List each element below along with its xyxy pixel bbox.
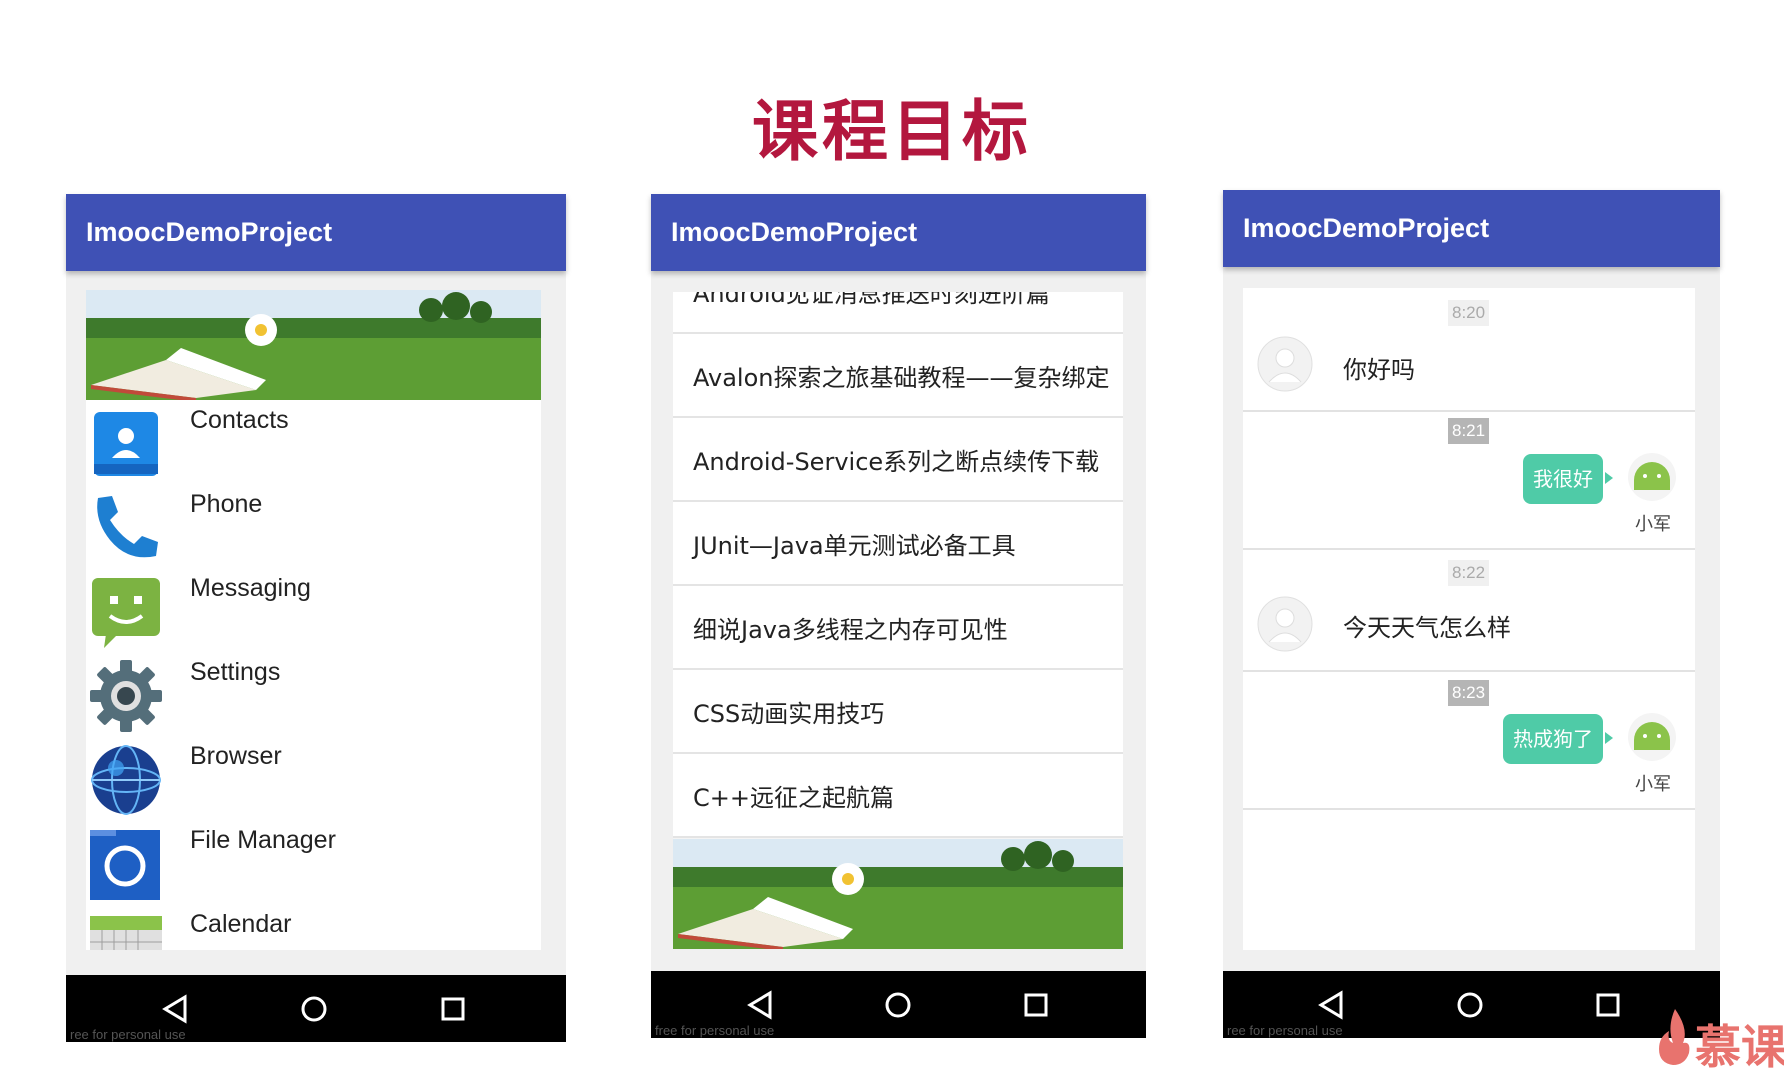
- course-title: Avalon探索之旅基础教程——复杂绑定: [693, 364, 1110, 392]
- recents-button[interactable]: [1573, 971, 1643, 1038]
- android-robot-avatar-icon: [1628, 713, 1676, 761]
- file-manager-icon: [90, 830, 160, 900]
- bubble-tail: [1605, 472, 1613, 484]
- app-row-calendar[interactable]: Calendar: [86, 906, 541, 950]
- app-row-messaging[interactable]: Messaging: [86, 570, 541, 654]
- app-title: ImoocDemoProject: [1243, 213, 1490, 243]
- book-on-grass-banner: [86, 290, 541, 400]
- brand-text: 慕课: [1695, 1020, 1784, 1074]
- messaging-icon: [92, 578, 160, 648]
- course-title: Android见证消息推送时刻进阶篇: [693, 292, 1050, 308]
- back-triangle-icon: [162, 993, 187, 1024]
- app-bar: ImoocDemoProject: [651, 194, 1146, 271]
- course-item[interactable]: 细说Java多线程之内存可见性: [673, 586, 1123, 670]
- slide-title: 课程目标: [752, 93, 1032, 170]
- course-title: JUnit—Java单元测试必备工具: [693, 532, 1016, 560]
- chat-message-outgoing: 8:23 热成狗了 小军: [1243, 672, 1695, 810]
- home-button[interactable]: [863, 971, 933, 1038]
- home-circle-icon: [885, 992, 911, 1017]
- message-time: 8:23: [1448, 680, 1490, 706]
- phone-chat: ImoocDemoProject 8:20 你好吗 8:21 我很好 小军 8:…: [1223, 190, 1720, 1038]
- home-circle-icon: [301, 996, 327, 1021]
- message-text: 今天天气怎么样: [1343, 614, 1511, 642]
- android-robot-avatar-icon: [1628, 453, 1676, 501]
- course-item[interactable]: JUnit—Java单元测试必备工具: [673, 502, 1123, 586]
- message-bubble: 热成狗了: [1503, 714, 1603, 764]
- app-bar: ImoocDemoProject: [1223, 190, 1720, 267]
- app-label-messaging: Messaging: [190, 574, 311, 602]
- contacts-icon: [94, 412, 158, 476]
- browser-globe-icon: [91, 745, 161, 815]
- default-person-avatar-icon: [1257, 596, 1313, 652]
- course-list[interactable]: Android见证消息推送时刻进阶篇 Avalon探索之旅基础教程——复杂绑定 …: [673, 292, 1123, 949]
- app-title: ImoocDemoProject: [671, 217, 918, 247]
- app-row-browser[interactable]: Browser: [86, 738, 541, 822]
- course-title: C++远征之起航篇: [693, 784, 894, 812]
- watermark: free for personal use: [655, 1023, 775, 1038]
- watermark: ree for personal use: [1227, 1023, 1343, 1038]
- nav-bar: ree for personal use: [66, 975, 566, 1042]
- app-label-browser: Browser: [190, 742, 282, 770]
- brand-logo: 慕课: [1655, 1005, 1784, 1075]
- recents-square-icon: [1596, 993, 1620, 1016]
- sender-name: 小军: [1635, 514, 1671, 535]
- app-label-file-manager: File Manager: [190, 826, 336, 854]
- course-item[interactable]: CSS动画实用技巧: [673, 670, 1123, 754]
- recents-square-icon: [1024, 993, 1048, 1016]
- app-label-phone: Phone: [190, 490, 263, 518]
- chat-message-outgoing: 8:21 我很好 小军: [1243, 412, 1695, 550]
- home-button[interactable]: [279, 975, 349, 1042]
- back-triangle-icon: [1318, 989, 1343, 1020]
- nav-bar: free for personal use: [651, 971, 1146, 1038]
- app-row-file-manager[interactable]: File Manager: [86, 822, 541, 906]
- course-item[interactable]: C++远征之起航篇: [673, 754, 1123, 838]
- course-title: CSS动画实用技巧: [693, 700, 885, 728]
- message-time: 8:22: [1448, 560, 1490, 586]
- course-item[interactable]: Android-Service系列之断点续传下载: [673, 418, 1123, 502]
- home-button[interactable]: [1435, 971, 1505, 1038]
- app-bar: ImoocDemoProject: [66, 194, 566, 271]
- default-person-avatar-icon: [1257, 336, 1313, 392]
- bubble-tail: [1605, 732, 1613, 744]
- chat-message-incoming: 8:22 今天天气怎么样: [1243, 550, 1695, 672]
- app-label-contacts: Contacts: [190, 406, 289, 434]
- watermark: ree for personal use: [70, 1027, 186, 1042]
- app-title: ImoocDemoProject: [86, 217, 333, 247]
- app-row-contacts[interactable]: Contacts: [86, 402, 541, 486]
- app-label-calendar: Calendar: [190, 910, 292, 938]
- message-time: 8:21: [1448, 418, 1490, 444]
- app-label-settings: Settings: [190, 658, 281, 686]
- phone-app-list: ImoocDemoProject Contacts Phone Messagin…: [66, 194, 566, 1042]
- chat-message-incoming: 8:20 你好吗: [1243, 288, 1695, 412]
- chat-list[interactable]: 8:20 你好吗 8:21 我很好 小军 8:22 今天天气怎么样 8:23 热…: [1243, 288, 1695, 950]
- app-row-settings[interactable]: Settings: [86, 654, 541, 738]
- settings-gear-icon: [90, 660, 162, 732]
- app-list[interactable]: Contacts Phone Messaging Settings Browse…: [86, 290, 541, 950]
- phone-icon: [97, 496, 158, 558]
- home-circle-icon: [1457, 992, 1483, 1017]
- recents-button[interactable]: [1001, 971, 1071, 1038]
- nav-bar: ree for personal use: [1223, 971, 1720, 1038]
- sender-name: 小军: [1635, 774, 1671, 795]
- recents-square-icon: [441, 997, 465, 1020]
- message-bubble: 我很好: [1523, 454, 1603, 504]
- app-row-phone[interactable]: Phone: [86, 486, 541, 570]
- recents-button[interactable]: [418, 975, 488, 1042]
- course-title: 细说Java多线程之内存可见性: [693, 616, 1008, 644]
- calendar-icon: [90, 916, 162, 950]
- message-time: 8:20: [1448, 300, 1490, 326]
- flame-logo-icon: [1659, 1009, 1690, 1065]
- phone-course-list: ImoocDemoProject Android见证消息推送时刻进阶篇 Aval…: [651, 194, 1146, 1038]
- message-text: 你好吗: [1343, 356, 1415, 384]
- book-on-grass-banner: [673, 839, 1123, 949]
- course-item[interactable]: Avalon探索之旅基础教程——复杂绑定: [673, 334, 1123, 418]
- back-triangle-icon: [747, 989, 772, 1020]
- course-item[interactable]: Android见证消息推送时刻进阶篇: [673, 292, 1123, 334]
- course-title: Android-Service系列之断点续传下载: [693, 448, 1100, 476]
